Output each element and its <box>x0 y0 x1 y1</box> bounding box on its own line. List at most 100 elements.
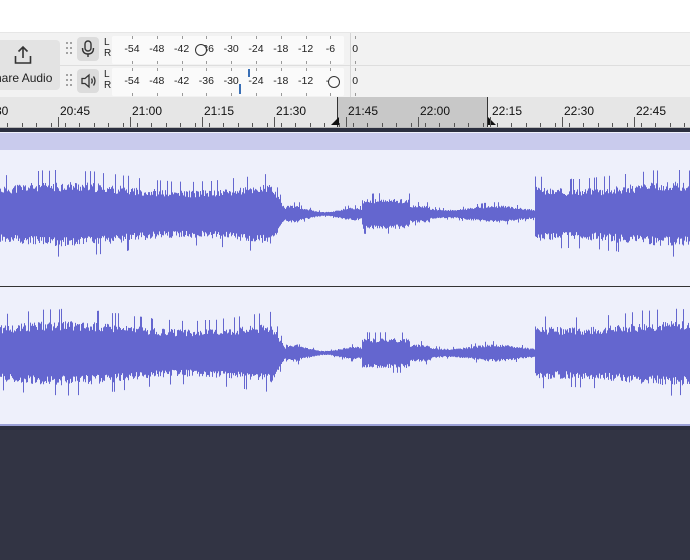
waveform-right-channel[interactable] <box>0 287 690 424</box>
ruler-minor-tick <box>7 123 9 127</box>
record-meter-grip-handle[interactable] <box>66 42 72 56</box>
audio-track[interactable] <box>0 128 690 432</box>
ruler-minor-tick <box>482 123 484 127</box>
meter-tick-mark <box>181 68 183 71</box>
playback-meter-button[interactable] <box>77 69 99 93</box>
share-upload-icon <box>14 45 32 64</box>
ruler-minor-tick <box>21 123 23 127</box>
meter-tick-mark <box>280 93 282 96</box>
toolbar-row-separator <box>60 65 690 66</box>
ruler-minor-tick <box>338 123 340 127</box>
ruler-minor-tick <box>36 123 38 127</box>
ruler-minor-tick <box>655 123 657 127</box>
ruler-minor-tick <box>554 123 556 127</box>
meter-tick-label: -24 <box>248 75 264 87</box>
meter-tick-label: -48 <box>149 75 165 87</box>
playback-meter-scale[interactable]: -54-48-42-36-30-24-18-12-60 <box>112 68 358 96</box>
meter-tick-label: -42 <box>174 43 190 55</box>
meter-tick-mark <box>330 93 332 96</box>
meter-tick-mark <box>280 61 282 64</box>
ruler-minor-tick <box>151 123 153 127</box>
playback-level-slider[interactable] <box>328 76 340 88</box>
ruler-time-label: 22:15 <box>492 104 523 118</box>
meter-tick-mark <box>305 36 307 39</box>
ruler-minor-tick <box>180 123 182 127</box>
ruler-minor-tick <box>497 123 498 127</box>
meter-tick-mark <box>355 93 357 96</box>
meter-tick-mark <box>231 61 233 64</box>
meter-tick-label: -54 <box>124 43 140 55</box>
meter-tick-label: -18 <box>273 75 289 87</box>
playback-channel-labels: L R <box>104 69 112 91</box>
ruler-time-label: 20:45 <box>60 104 91 118</box>
ruler-minor-tick <box>209 123 210 127</box>
ruler-minor-tick <box>583 123 585 127</box>
ruler-major-tick <box>346 117 347 127</box>
empty-track-area[interactable] <box>0 430 690 560</box>
meter-tick-mark <box>305 68 307 71</box>
meter-tick-mark <box>156 61 158 64</box>
meter-tick-label: -30 <box>223 75 239 87</box>
meter-tick-mark <box>156 68 158 71</box>
meter-tick-mark <box>156 93 158 96</box>
record-meter-scale[interactable]: -54-48-42-36-30-24-18-12-60 <box>112 36 358 64</box>
meter-tick-label: -12 <box>298 75 314 87</box>
ruler-major-tick <box>274 117 275 127</box>
meter-tick-mark <box>132 93 133 96</box>
meter-tick-label: -42 <box>174 75 190 87</box>
meter-tick-mark <box>206 93 208 96</box>
meter-tick-mark <box>355 61 357 64</box>
playback-level-indicator <box>239 84 241 94</box>
ruler-time-label: 21:45 <box>348 104 379 118</box>
ruler-minor-tick <box>295 123 297 127</box>
meter-tick-mark <box>231 36 233 39</box>
ruler-major-tick <box>562 117 563 127</box>
meter-tick-mark <box>206 68 208 71</box>
meter-tick-mark <box>355 68 357 71</box>
share-audio-label: hare Audio <box>0 71 53 85</box>
meter-tick-label: -54 <box>124 75 140 87</box>
ruler-minor-tick <box>324 123 326 127</box>
meter-tick-mark <box>132 36 133 39</box>
ruler-minor-tick <box>93 123 95 127</box>
ruler-minor-tick <box>165 123 167 127</box>
record-level-slider[interactable] <box>195 44 207 56</box>
ruler-minor-tick <box>194 123 196 127</box>
microphone-icon <box>81 40 95 57</box>
meter-tick-label: -6 <box>325 43 336 55</box>
meter-tick-label: -12 <box>298 43 314 55</box>
ruler-minor-tick <box>65 123 66 127</box>
meter-tick-mark <box>156 36 158 39</box>
waveform-left-channel[interactable] <box>0 150 690 286</box>
ruler-minor-tick <box>468 123 470 127</box>
ruler-minor-tick <box>439 123 441 127</box>
meter-tick-mark <box>280 36 282 39</box>
ruler-time-label: 22:00 <box>420 104 451 118</box>
timeline-ruler[interactable]: 30 20:45 21:00 21:15 21:30 21:45 22:00 22:15 22:… <box>0 97 690 128</box>
ruler-time-label: 21:30 <box>276 104 307 118</box>
meter-tick-mark <box>256 36 257 39</box>
share-audio-button[interactable]: hare Audio <box>0 40 60 90</box>
meter-tick-mark <box>231 68 233 71</box>
ruler-minor-tick <box>223 123 225 127</box>
meter-tick-mark <box>355 36 357 39</box>
ruler-major-tick <box>418 117 419 127</box>
ruler-minor-tick <box>309 123 311 127</box>
meter-tick-label: -48 <box>149 43 165 55</box>
top-blank-area <box>0 0 690 32</box>
track-clip-header[interactable] <box>0 133 690 150</box>
ruler-major-tick <box>58 117 59 127</box>
ruler-time-label: 22:30 <box>564 104 595 118</box>
meter-tick-mark <box>280 68 282 71</box>
meter-tick-mark <box>256 68 257 71</box>
ruler-minor-tick <box>511 123 513 127</box>
playback-meter-grip-handle[interactable] <box>66 74 72 88</box>
meter-tick-label: -30 <box>223 43 239 55</box>
ruler-minor-tick <box>525 123 527 127</box>
playback-level-indicator <box>248 69 250 77</box>
waveform-samples <box>0 308 690 396</box>
ruler-minor-tick <box>569 123 570 127</box>
record-meter-button[interactable] <box>77 37 99 61</box>
meter-tick-mark <box>330 68 332 71</box>
waveform-samples <box>0 169 690 257</box>
